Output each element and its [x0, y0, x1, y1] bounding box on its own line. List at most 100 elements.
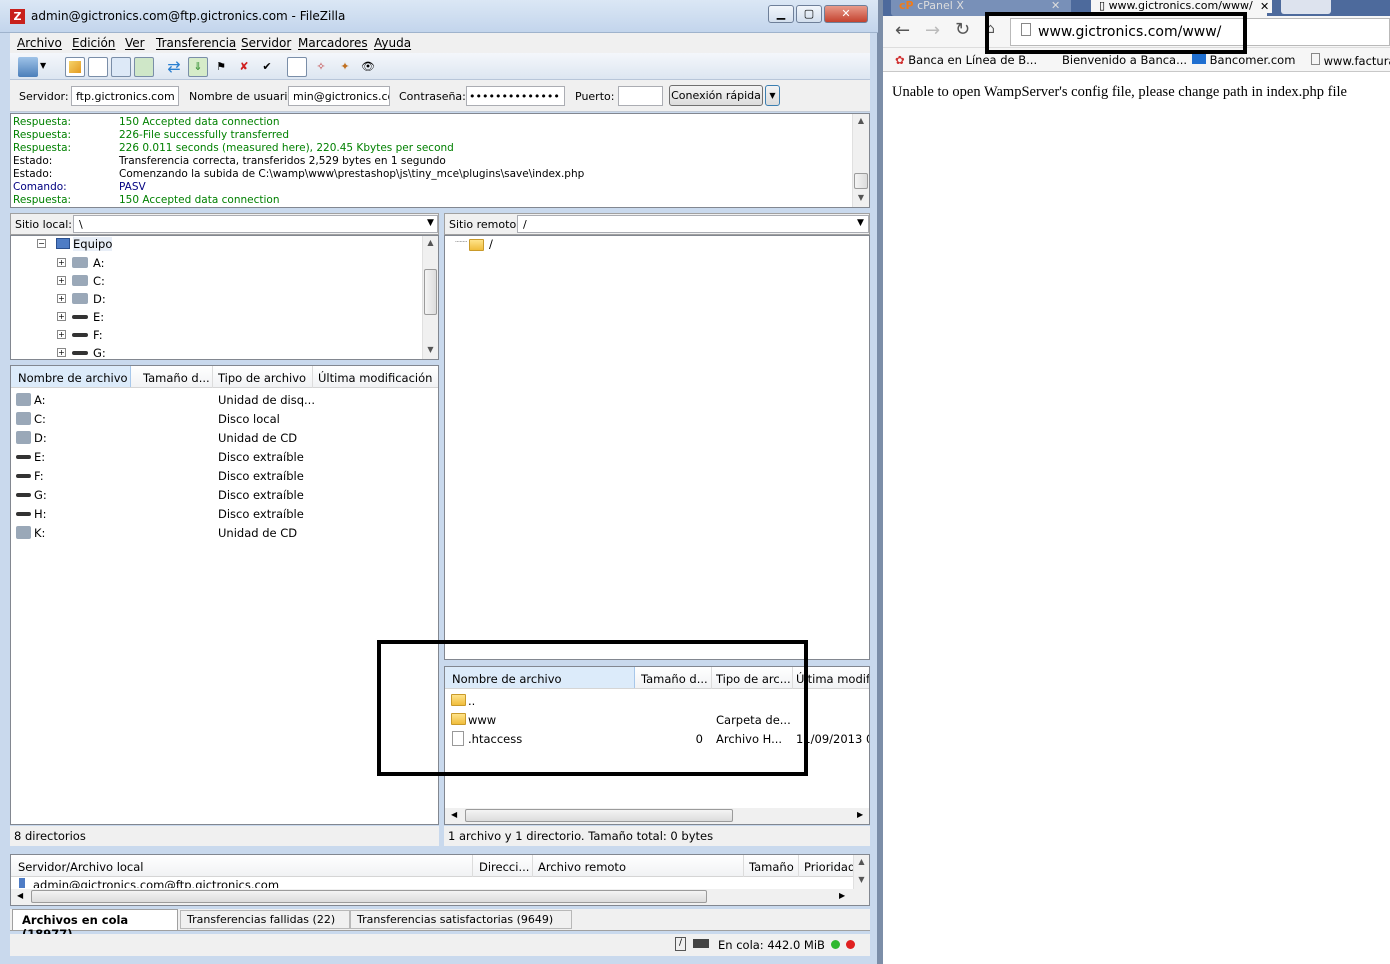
scroll-left-icon[interactable]: ◀ — [451, 810, 457, 819]
scroll-down-icon[interactable]: ▼ — [854, 873, 869, 887]
speed-limit-icon[interactable] — [693, 939, 709, 948]
remote-hscrollbar[interactable]: ◀ ▶ — [445, 808, 869, 824]
queue-col-size[interactable]: Tamaño — [749, 860, 794, 874]
reload-icon[interactable]: ↻ — [955, 19, 970, 40]
close-button[interactable]: ✕ — [824, 5, 868, 23]
remote-tree-root[interactable]: / — [489, 237, 493, 251]
tree-drive-label[interactable]: C: — [93, 274, 105, 288]
tree-drive-label[interactable]: E: — [93, 310, 104, 324]
tree-drive-label[interactable]: D: — [93, 292, 106, 306]
local-path-input[interactable]: \ — [73, 215, 438, 233]
local-file-row[interactable]: K: Unidad de CD — [11, 523, 438, 542]
queue-hscrollbar[interactable]: ◀ ▶ — [11, 889, 869, 905]
menu-archivo[interactable]: Archivo — [17, 36, 62, 50]
forward-arrow-icon[interactable]: → — [925, 20, 940, 41]
scroll-up-icon[interactable]: ▲ — [423, 236, 438, 250]
queue-vscrollbar[interactable]: ▲ ▼ — [853, 855, 869, 889]
site-manager-dropdown-icon[interactable]: ▼ — [40, 61, 52, 81]
quickconnect-history-dropdown[interactable]: ▼ — [765, 85, 780, 106]
tree-expand-icon[interactable]: + — [57, 348, 66, 357]
directory-listing-filter-icon[interactable] — [287, 57, 307, 77]
toggle-log-icon[interactable] — [65, 57, 85, 77]
tree-drive-label[interactable]: A: — [93, 256, 105, 270]
log-scrollbar[interactable]: ▲ ▼ — [852, 114, 869, 207]
local-file-row[interactable]: A: Unidad de disq... — [11, 390, 438, 409]
back-arrow-icon[interactable]: ← — [895, 20, 910, 41]
menu-edicion[interactable]: Edición — [72, 36, 115, 50]
refresh-icon[interactable]: ⇄ — [164, 57, 184, 77]
menu-transferencia[interactable]: Transferencia — [156, 36, 236, 50]
queue-hscroll-thumb[interactable] — [31, 890, 707, 903]
tab-queued-files[interactable]: Archivos en cola (18977) — [12, 909, 178, 941]
tab-successful-transfers[interactable]: Transferencias satisfactorias (9649) — [350, 910, 572, 929]
local-file-row[interactable]: D: Unidad de CD — [11, 428, 438, 447]
menu-servidor[interactable]: Servidor — [241, 36, 291, 50]
scroll-right-icon[interactable]: ▶ — [839, 891, 845, 900]
local-file-row[interactable]: H: Disco extraíble — [11, 504, 438, 523]
local-path-dropdown-icon[interactable]: ▼ — [427, 218, 434, 228]
search-binoculars-icon[interactable]: 👁 — [358, 57, 378, 77]
menu-marcadores[interactable]: Marcadores — [298, 36, 368, 50]
new-tab-button[interactable] — [1281, 0, 1331, 14]
bookmark-banca-linea[interactable]: ✿ Banca en Línea de B... — [895, 53, 1037, 67]
scroll-right-icon[interactable]: ▶ — [857, 810, 863, 819]
local-tree-scrollbar[interactable]: ▲ ▼ — [422, 236, 438, 359]
menu-ver[interactable]: Ver — [125, 36, 145, 50]
local-file-row[interactable]: E: Disco extraíble — [11, 447, 438, 466]
tree-drive-label[interactable]: F: — [93, 328, 103, 342]
reconnect-icon[interactable]: ✔ — [257, 57, 277, 77]
queue-col-local[interactable]: Servidor/Archivo local — [18, 860, 143, 874]
toggle-remote-tree-icon[interactable] — [111, 57, 131, 77]
remote-path-input[interactable]: / — [517, 215, 869, 233]
tree-expand-icon[interactable]: + — [57, 330, 66, 339]
log-scroll-thumb[interactable] — [854, 173, 868, 189]
sync-browsing-icon[interactable]: ✦ — [335, 57, 355, 77]
tree-expand-icon[interactable]: + — [57, 294, 66, 303]
tree-expand-icon[interactable]: + — [57, 258, 66, 267]
quickconnect-button[interactable]: Conexión rápida — [669, 85, 763, 106]
queue-col-remote[interactable]: Archivo remoto — [538, 860, 626, 874]
bookmark-bienvenido[interactable]: Bienvenido a Banca... — [1062, 53, 1187, 67]
cancel-operation-icon[interactable]: ⚑ — [211, 57, 231, 77]
tab-close-icon[interactable]: ✕ — [1257, 0, 1273, 13]
tree-expand-icon[interactable]: + — [57, 276, 66, 285]
tab-failed-transfers[interactable]: Transferencias fallidas (22) — [180, 910, 350, 929]
local-tree-scroll-thumb[interactable] — [424, 269, 437, 315]
tree-root-label[interactable]: Equipo — [73, 237, 113, 251]
disconnect-icon[interactable]: ✘ — [234, 57, 254, 77]
toggle-local-tree-icon[interactable] — [88, 57, 108, 77]
site-manager-icon[interactable] — [18, 57, 38, 77]
server-input[interactable]: ftp.gictronics.com — [71, 86, 179, 106]
scroll-down-icon[interactable]: ▼ — [423, 343, 438, 357]
local-col-size[interactable]: Tamaño d... — [143, 371, 213, 385]
password-input[interactable]: •••••••••••••• — [466, 86, 565, 106]
queue-col-priority[interactable]: Prioridad — [804, 860, 855, 874]
local-col-name[interactable]: Nombre de archivo — [11, 366, 131, 387]
toggle-queue-icon[interactable] — [134, 57, 154, 77]
minimize-button[interactable]: ▁ — [768, 5, 794, 23]
scroll-up-icon[interactable]: ▲ — [853, 114, 869, 128]
scroll-up-icon[interactable]: ▲ — [854, 855, 869, 869]
tab-close-icon[interactable]: ✕ — [1051, 0, 1060, 12]
remote-path-dropdown-icon[interactable]: ▼ — [857, 218, 864, 228]
queue-row[interactable]: admin@gictronics.com@ftp.gictronics.com — [11, 877, 853, 888]
local-file-row[interactable]: G: Disco extraíble — [11, 485, 438, 504]
compare-directories-icon[interactable]: ✧ — [311, 57, 331, 77]
maximize-button[interactable]: ▢ — [796, 5, 822, 23]
local-col-type[interactable]: Tipo de archivo — [218, 371, 314, 385]
tree-expand-icon[interactable]: + — [57, 312, 66, 321]
scroll-down-icon[interactable]: ▼ — [853, 191, 869, 205]
tree-collapse-icon[interactable]: − — [37, 239, 46, 248]
menu-ayuda[interactable]: Ayuda — [374, 36, 411, 50]
local-file-row[interactable]: C: Disco local — [11, 409, 438, 428]
process-queue-icon[interactable]: ⇓ — [188, 57, 208, 77]
bookmark-bancomer[interactable]: Bancomer.com — [1192, 53, 1295, 67]
bookmark-factura[interactable]: www.factura — [1311, 53, 1390, 68]
port-input[interactable] — [618, 86, 663, 106]
scroll-left-icon[interactable]: ◀ — [17, 891, 23, 900]
tree-drive-label[interactable]: G: — [93, 346, 106, 359]
remote-hscroll-thumb[interactable] — [465, 809, 733, 822]
local-file-row[interactable]: F: Disco extraíble — [11, 466, 438, 485]
username-input[interactable]: min@gictronics.com — [288, 86, 390, 106]
local-col-modified[interactable]: Última modificación — [318, 371, 438, 385]
